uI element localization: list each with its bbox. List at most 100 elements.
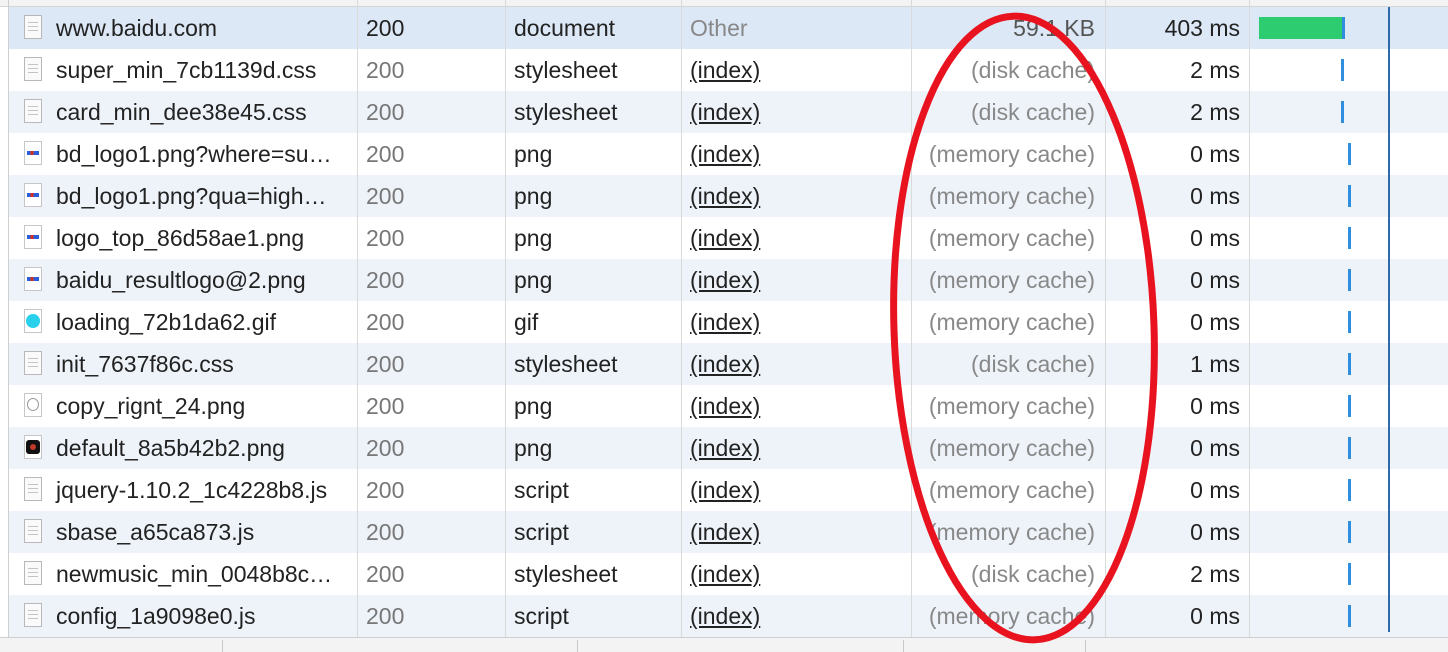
status-code: 200 xyxy=(366,351,405,377)
status-code: 200 xyxy=(366,477,405,503)
column-divider-waterfall[interactable] xyxy=(1249,0,1250,640)
initiator-index-link[interactable]: (index) xyxy=(690,57,760,83)
request-name: sbase_a65ca873.js xyxy=(56,519,255,545)
initiator-index-link[interactable]: (index) xyxy=(690,141,760,167)
column-divider-type[interactable] xyxy=(505,0,506,640)
initiator-link: (index) xyxy=(681,553,911,595)
request-row[interactable]: bd_logo1.png?where=su… 200 png (index) (memo… xyxy=(9,133,1448,175)
resource-type: png xyxy=(514,183,553,209)
waterfall-cell[interactable] xyxy=(1249,427,1448,469)
initiator-index-link[interactable]: (index) xyxy=(690,351,760,377)
request-name: logo_top_86d58ae1.png xyxy=(56,225,305,251)
request-row[interactable]: www.baidu.com 200 document Other 59.1 KB 403 … xyxy=(9,7,1448,49)
request-name: super_min_7cb1139d.css xyxy=(56,57,317,83)
request-row[interactable]: jquery-1.10.2_1c4228b8.js 200 script (index… xyxy=(9,469,1448,511)
request-name: www.baidu.com xyxy=(56,15,218,41)
request-row[interactable]: sbase_a65ca873.js 200 script (index) (memory… xyxy=(9,511,1448,553)
waterfall-receiving-bar xyxy=(1348,143,1351,165)
request-row[interactable]: default_8a5b42b2.png 200 png (index) (memory… xyxy=(9,427,1448,469)
waterfall-receiving-bar xyxy=(1348,479,1351,501)
resource-type: png xyxy=(514,435,553,461)
status-code: 200 xyxy=(366,57,405,83)
waterfall-cell[interactable] xyxy=(1249,7,1448,49)
resource-type: stylesheet xyxy=(514,57,618,83)
waterfall-cell[interactable] xyxy=(1249,301,1448,343)
waterfall-cell[interactable] xyxy=(1249,133,1448,175)
initiator-index-link[interactable]: (index) xyxy=(690,99,760,125)
request-row[interactable]: card_min_dee38e45.css 200 stylesheet (index… xyxy=(9,91,1448,133)
resource-type: document xyxy=(514,15,616,41)
initiator-index-link[interactable]: (index) xyxy=(690,435,760,461)
request-time: 2 ms xyxy=(1190,99,1240,125)
initiator-link: (index) xyxy=(681,385,911,427)
waterfall-cell[interactable] xyxy=(1249,469,1448,511)
initiator-link: (index) xyxy=(681,217,911,259)
initiator-index-link[interactable]: (index) xyxy=(690,519,760,545)
waterfall-receiving-bar xyxy=(1348,311,1351,333)
initiator-index-link[interactable]: (index) xyxy=(690,477,760,503)
request-name: init_7637f86c.css xyxy=(56,351,234,377)
waterfall-receiving-bar xyxy=(1348,437,1351,459)
waterfall-cell[interactable] xyxy=(1249,595,1448,637)
resource-type: png xyxy=(514,393,553,419)
initiator-link: Other xyxy=(690,15,748,41)
waterfall-cell[interactable] xyxy=(1249,553,1448,595)
initiator-index-link[interactable]: (index) xyxy=(690,603,760,629)
request-name: newmusic_min_0048b8c… xyxy=(56,561,333,587)
request-row[interactable]: init_7637f86c.css 200 stylesheet (index) (di… xyxy=(9,343,1448,385)
waterfall-cell[interactable] xyxy=(1249,217,1448,259)
request-row[interactable]: bd_logo1.png?qua=high… 200 png (index) (memo… xyxy=(9,175,1448,217)
waterfall-cell[interactable] xyxy=(1249,259,1448,301)
request-name: bd_logo1.png?qua=high… xyxy=(56,183,327,209)
request-time: 0 ms xyxy=(1190,267,1240,293)
request-time: 0 ms xyxy=(1190,183,1240,209)
transfer-size: (memory cache) xyxy=(928,141,1095,167)
initiator-link: (index) xyxy=(681,133,911,175)
request-time: 0 ms xyxy=(1190,603,1240,629)
column-divider-size[interactable] xyxy=(911,0,912,640)
request-row[interactable]: newmusic_min_0048b8c… 200 stylesheet (index… xyxy=(9,553,1448,595)
initiator-index-link[interactable]: (index) xyxy=(690,183,760,209)
request-time: 0 ms xyxy=(1190,519,1240,545)
initiator-index-link[interactable]: (index) xyxy=(690,267,760,293)
initiator-index-link[interactable]: (index) xyxy=(690,561,760,587)
waterfall-receiving-bar xyxy=(1348,395,1351,417)
waterfall-cell[interactable] xyxy=(1249,385,1448,427)
status-code: 200 xyxy=(366,561,405,587)
transfer-size: (disk cache) xyxy=(971,57,1095,83)
transfer-size: (memory cache) xyxy=(928,435,1095,461)
request-row[interactable]: copy_rignt_24.png 200 png (index) (memory ca… xyxy=(9,385,1448,427)
table-header-edge xyxy=(0,0,1448,7)
column-divider-status[interactable] xyxy=(357,0,358,640)
waterfall-cell[interactable] xyxy=(1249,511,1448,553)
request-row[interactable]: super_min_7cb1139d.css 200 stylesheet (inde… xyxy=(9,49,1448,91)
waterfall-cell[interactable] xyxy=(1249,91,1448,133)
request-row[interactable]: logo_top_86d58ae1.png 200 png (index) (memor… xyxy=(9,217,1448,259)
request-row[interactable]: config_1a9098e0.js 200 script (index) (memor… xyxy=(9,595,1448,637)
transfer-size: (disk cache) xyxy=(971,99,1095,125)
request-row[interactable]: loading_72b1da62.gif 200 gif (index) (memory… xyxy=(9,301,1448,343)
request-time: 0 ms xyxy=(1190,477,1240,503)
status-code: 200 xyxy=(366,435,405,461)
request-time: 0 ms xyxy=(1190,309,1240,335)
request-name: config_1a9098e0.js xyxy=(56,603,256,629)
initiator-index-link[interactable]: (index) xyxy=(690,393,760,419)
column-divider-initiator[interactable] xyxy=(681,0,682,640)
request-name: baidu_resultlogo@2.png xyxy=(56,267,306,293)
initiator-index-link[interactable]: (index) xyxy=(690,309,760,335)
dom-content-loaded-marker xyxy=(1388,7,1390,632)
request-time: 2 ms xyxy=(1190,561,1240,587)
initiator-link: (index) xyxy=(681,259,911,301)
column-divider-time[interactable] xyxy=(1105,0,1106,640)
waterfall-cell[interactable] xyxy=(1249,343,1448,385)
initiator-link: (index) xyxy=(681,595,911,637)
waterfall-receiving-bar xyxy=(1348,353,1351,375)
initiator-index-link[interactable]: (index) xyxy=(690,225,760,251)
resource-type: png xyxy=(514,267,553,293)
waterfall-cell[interactable] xyxy=(1249,49,1448,91)
waterfall-cell[interactable] xyxy=(1249,175,1448,217)
request-time: 0 ms xyxy=(1190,393,1240,419)
request-row[interactable]: baidu_resultlogo@2.png 200 png (index) (memo… xyxy=(9,259,1448,301)
waterfall-receiving-bar xyxy=(1348,605,1351,627)
status-code: 200 xyxy=(366,15,405,41)
